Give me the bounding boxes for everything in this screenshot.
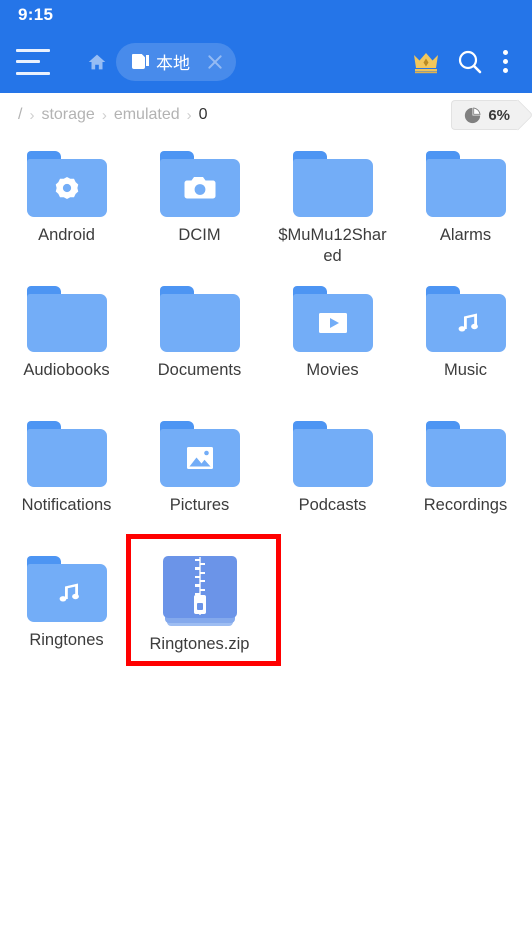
- file-name: Music: [443, 361, 488, 379]
- folder-icon: [26, 151, 107, 217]
- folder-icon: [292, 151, 373, 217]
- app-bar: 本地: [0, 30, 532, 93]
- status-bar-clock: 9:15: [18, 5, 54, 24]
- file-grid: Android DCIM $MuMu12Shared Alarms Audiob…: [0, 137, 532, 681]
- file-name: Recordings: [423, 496, 508, 514]
- hamburger-line: [16, 60, 41, 63]
- close-icon[interactable]: [202, 49, 228, 75]
- breadcrumb-separator: ›: [186, 106, 192, 124]
- folder-icon: [292, 421, 373, 487]
- file-item-dcim[interactable]: DCIM: [133, 141, 266, 276]
- folder-icon: [425, 286, 506, 352]
- hamburger-line: [16, 48, 50, 52]
- file-item-ringtones[interactable]: Ringtones: [0, 546, 133, 681]
- tab-label: 本地: [156, 54, 190, 73]
- folder-icon: [425, 421, 506, 487]
- file-name: Alarms: [439, 226, 492, 244]
- folder-icon: [292, 286, 373, 352]
- file-item-audiobooks[interactable]: Audiobooks: [0, 276, 133, 411]
- zip-icon: [162, 556, 237, 626]
- folder-icon: [159, 421, 240, 487]
- folder-icon: [26, 421, 107, 487]
- file-item-pictures[interactable]: Pictures: [133, 411, 266, 546]
- file-item-alarms[interactable]: Alarms: [399, 141, 532, 276]
- file-name: Documents: [157, 361, 242, 379]
- image-icon: [160, 429, 240, 487]
- tab-local-storage[interactable]: 本地: [116, 42, 236, 81]
- gear-icon: [27, 159, 107, 217]
- search-icon[interactable]: [448, 40, 492, 84]
- overflow-dot: [502, 50, 508, 55]
- file-item-recordings[interactable]: Recordings: [399, 411, 532, 546]
- hamburger-menu-icon[interactable]: [16, 48, 50, 75]
- file-item-ringtones-zip[interactable]: Ringtones.zip: [126, 534, 281, 681]
- file-name: Ringtones: [29, 631, 104, 649]
- overflow-dot: [502, 59, 508, 64]
- music-note-icon: [27, 564, 107, 622]
- vip-crown-icon[interactable]: [404, 40, 448, 84]
- folder-icon: [159, 286, 240, 352]
- hamburger-line: [16, 71, 50, 75]
- breadcrumb-item-0[interactable]: 0: [199, 106, 208, 124]
- breadcrumb-item-storage[interactable]: storage: [41, 106, 94, 124]
- file-name: Android: [38, 226, 95, 244]
- file-item-mumu12shared[interactable]: $MuMu12Shared: [266, 141, 399, 276]
- file-item-android[interactable]: Android: [0, 141, 133, 276]
- folder-icon: [26, 286, 107, 352]
- file-item-music[interactable]: Music: [399, 276, 532, 411]
- folder-icon: [26, 556, 107, 622]
- file-name: Ringtones.zip: [149, 635, 250, 653]
- storage-usage-percent: 6%: [488, 106, 510, 124]
- file-name: Notifications: [21, 496, 112, 514]
- file-name: $MuMu12Shared: [278, 226, 387, 266]
- breadcrumb-item-emulated[interactable]: emulated: [114, 106, 180, 124]
- sd-card-icon: [132, 54, 149, 69]
- music-note-icon: [426, 294, 506, 352]
- file-item-movies[interactable]: Movies: [266, 276, 399, 411]
- folder-icon: [159, 151, 240, 217]
- file-item-notifications[interactable]: Notifications: [0, 411, 133, 546]
- video-icon: [293, 294, 373, 352]
- breadcrumb-separator: ›: [101, 106, 107, 124]
- breadcrumb-separator: ›: [29, 106, 35, 124]
- file-name: DCIM: [178, 226, 221, 244]
- breadcrumb: / › storage › emulated › 0: [18, 106, 451, 124]
- file-item-documents[interactable]: Documents: [133, 276, 266, 411]
- file-name: Movies: [306, 361, 359, 379]
- breadcrumb-row: / › storage › emulated › 0 6%: [0, 93, 532, 137]
- file-name: Audiobooks: [23, 361, 110, 379]
- storage-usage-badge[interactable]: 6%: [451, 100, 518, 130]
- overflow-menu-icon[interactable]: [492, 40, 518, 84]
- pie-chart-icon: [464, 106, 481, 124]
- camera-icon: [160, 159, 240, 217]
- file-name: Podcasts: [298, 496, 367, 514]
- file-item-podcasts[interactable]: Podcasts: [266, 411, 399, 546]
- breadcrumb-root[interactable]: /: [18, 106, 22, 124]
- status-bar: 9:15: [0, 0, 532, 30]
- home-icon[interactable]: [86, 51, 108, 73]
- folder-icon: [425, 151, 506, 217]
- overflow-dot: [502, 68, 508, 73]
- file-name: Pictures: [169, 496, 230, 514]
